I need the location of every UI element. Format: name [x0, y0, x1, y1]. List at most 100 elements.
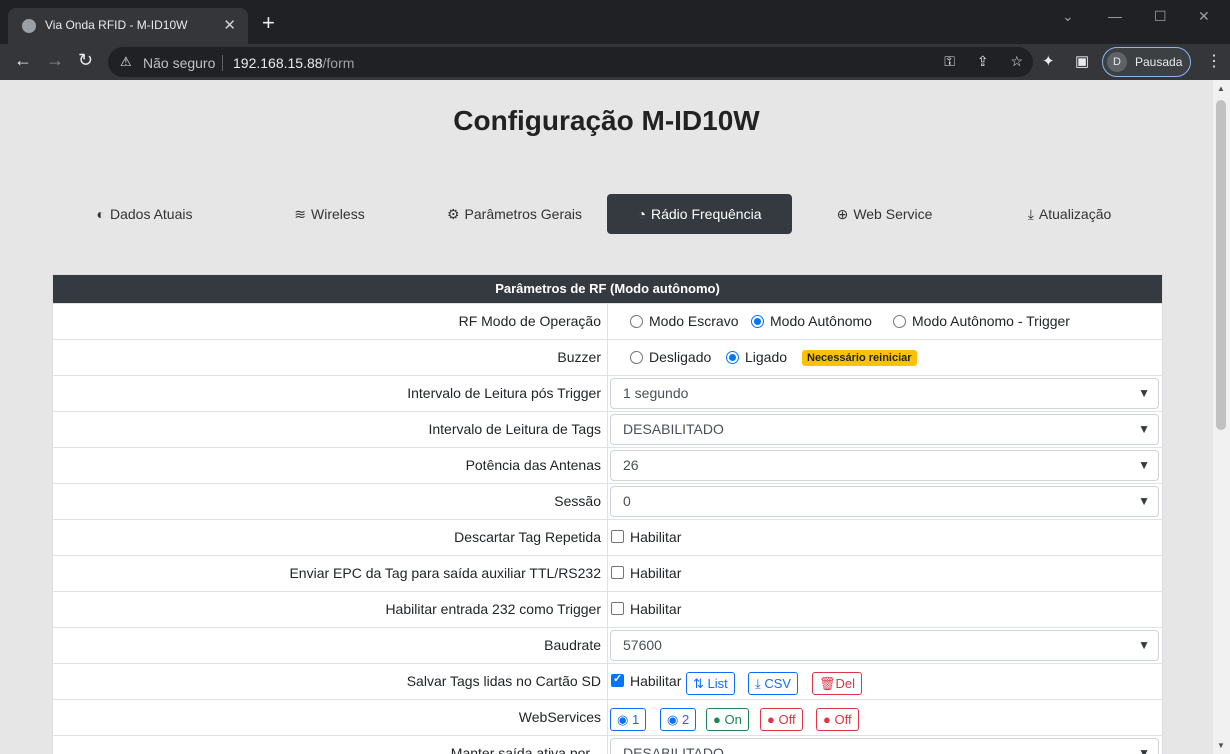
menu-icon[interactable]: ⋮ [1206, 51, 1222, 71]
radio-desligado[interactable]: Desligado [630, 349, 711, 365]
radio-modo-autonomo[interactable]: Modo Autônomo [751, 313, 872, 329]
url-text[interactable]: 192.168.15.88/form [233, 55, 354, 71]
radio-input[interactable] [893, 315, 906, 328]
checkbox-input[interactable] [611, 530, 624, 543]
share-icon[interactable]: ⇪ [977, 53, 989, 69]
checkbox-input[interactable] [611, 566, 624, 579]
webservice-2-button[interactable]: ◉ 2 [660, 708, 697, 731]
sidepanel-icon[interactable]: ▣ [1075, 52, 1089, 70]
extensions-icon[interactable]: ✦ [1042, 52, 1055, 70]
row-label: Habilitar entrada 232 como Trigger [385, 601, 601, 617]
maximize-button[interactable]: ☐ [1154, 8, 1167, 25]
scroll-up-icon[interactable]: ▲ [1217, 84, 1225, 93]
tab-search-icon[interactable]: ⌄ [1062, 8, 1074, 25]
nav-label: Atualização [1038, 206, 1112, 222]
table-row: Enviar EPC da Tag para saída auxiliar TT… [53, 555, 1162, 591]
tag-interval-select[interactable]: DESABILITADO ▼ [610, 414, 1159, 445]
webservice-off-button[interactable]: ● Off [816, 708, 859, 731]
browser-tabstrip: Via Onda RFID - M-ID10W ✕ + ⌄ — ☐ ✕ [0, 0, 1230, 44]
row-label: Descartar Tag Repetida [454, 529, 601, 545]
close-window-button[interactable]: ✕ [1198, 8, 1210, 25]
radio-input[interactable] [751, 315, 764, 328]
security-label[interactable]: Não seguro [143, 55, 215, 71]
nav-wireless[interactable]: ≋ Wireless [237, 194, 422, 234]
globe-icon: ⊕ [836, 206, 849, 222]
forward-icon[interactable]: → [46, 50, 64, 71]
antenna-power-select[interactable]: 26 ▼ [610, 450, 1159, 481]
profile-button[interactable]: D Pausada [1102, 47, 1191, 77]
minimize-button[interactable]: — [1108, 8, 1122, 24]
nav-dados-atuais[interactable]: ◐ Dados Atuais [52, 194, 237, 234]
reload-icon[interactable]: ↻ [78, 50, 93, 71]
radio-input[interactable] [726, 351, 739, 364]
scrollbar-thumb[interactable] [1216, 100, 1226, 430]
button-label: Del [835, 676, 856, 691]
keep-output-select[interactable]: DESABILITADO ▼ [610, 738, 1159, 754]
radio-modo-autonomo-trigger[interactable]: Modo Autônomo - Trigger [893, 313, 1070, 329]
tab-title: Via Onda RFID - M-ID10W [45, 18, 188, 32]
row-value: ◉ 1 ◉ 2 ● On ● Off ● Off [607, 700, 1162, 735]
row-label: Intervalo de Leitura pós Trigger [407, 385, 601, 401]
checkbox-input[interactable] [611, 672, 624, 687]
radio-label: Modo Autônomo [770, 313, 872, 329]
webservice-on-button[interactable]: ● On [706, 708, 749, 731]
checkbox-input[interactable] [611, 602, 624, 615]
download-icon: ⤓ [755, 676, 765, 691]
row-label: RF Modo de Operação [458, 313, 601, 329]
row-value: 26 ▼ [607, 448, 1162, 483]
radio-input[interactable] [630, 315, 643, 328]
scroll-down-icon[interactable]: ▼ [1217, 741, 1225, 750]
new-tab-button[interactable]: + [262, 12, 275, 34]
chevron-down-icon: ▼ [1138, 458, 1150, 472]
csv-button[interactable]: ⤓ CSV [748, 672, 799, 695]
nav-radio-frequencia[interactable]: ◔ Rádio Frequência [607, 194, 792, 234]
page-scrollbar[interactable]: ▲ ▼ [1213, 80, 1230, 754]
webservice-1-button[interactable]: ◉ 1 [610, 708, 647, 731]
back-icon[interactable]: ← [14, 50, 32, 71]
page-title: Configuração M-ID10W [453, 105, 760, 136]
table-row: Descartar Tag Repetida Habilitar [53, 519, 1162, 555]
url-path: /form [322, 55, 355, 71]
circle-icon: ◉ [667, 712, 682, 727]
trash-icon: 🗑 [819, 676, 836, 691]
select-value: DESABILITADO [623, 745, 724, 754]
address-bar[interactable]: ⚠ Não seguro 192.168.15.88/form ⚿ ⇪ ☆ [108, 47, 1033, 77]
nav-label: Web Service [853, 206, 933, 222]
select-value: DESABILITADO [623, 421, 724, 437]
row-label: Buzzer [557, 349, 601, 365]
button-label: Off [834, 712, 852, 727]
nav-label: Dados Atuais [109, 206, 193, 222]
nav-label: Parâmetros Gerais [464, 206, 583, 222]
nav-parametros-gerais[interactable]: ⚙ Parâmetros Gerais [422, 194, 607, 234]
baudrate-select[interactable]: 57600 ▼ [610, 630, 1159, 661]
avatar: D [1107, 52, 1127, 72]
row-value: DESABILITADO ▼ [607, 736, 1162, 754]
webservice-off-button[interactable]: ● Off [760, 708, 803, 731]
send-epc-checkbox[interactable]: Habilitar [611, 565, 681, 581]
row-value: DESABILITADO ▼ [607, 412, 1162, 447]
table-row: RF Modo de Operação Modo Escravo Modo Au… [53, 303, 1162, 339]
save-sd-checkbox[interactable]: Habilitar [611, 672, 681, 689]
radio-input[interactable] [630, 351, 643, 364]
section-nav: ◐ Dados Atuais ≋ Wireless ⚙ Parâmetros Gera… [52, 194, 1161, 234]
nav-atualizacao[interactable]: ⤓ Atualização [977, 194, 1162, 234]
warning-icon[interactable]: ⚠ [120, 54, 132, 70]
star-icon[interactable]: ☆ [1010, 53, 1023, 69]
nav-label: Rádio Frequência [650, 206, 762, 222]
radio-modo-escravo[interactable]: Modo Escravo [630, 313, 738, 329]
lightbulb-icon: ● [767, 712, 779, 727]
enable-232-checkbox[interactable]: Habilitar [611, 601, 681, 617]
delete-button[interactable]: 🗑Del [812, 672, 863, 695]
session-select[interactable]: 0 ▼ [610, 486, 1159, 517]
radio-ligado[interactable]: Ligado [726, 349, 787, 365]
list-button[interactable]: ⇅ List [686, 672, 735, 695]
nav-web-service[interactable]: ⊕ Web Service [792, 194, 977, 234]
row-value: Desligado Ligado Necessário reiniciar [607, 340, 1162, 375]
trigger-interval-select[interactable]: 1 segundo ▼ [610, 378, 1159, 409]
discard-repeated-checkbox[interactable]: Habilitar [611, 529, 681, 545]
radio-label: Modo Autônomo - Trigger [912, 313, 1070, 329]
browser-tab[interactable]: Via Onda RFID - M-ID10W ✕ [8, 8, 248, 44]
chevron-down-icon: ▼ [1138, 386, 1150, 400]
key-icon[interactable]: ⚿ [944, 53, 955, 69]
close-tab-icon[interactable]: ✕ [223, 16, 236, 34]
